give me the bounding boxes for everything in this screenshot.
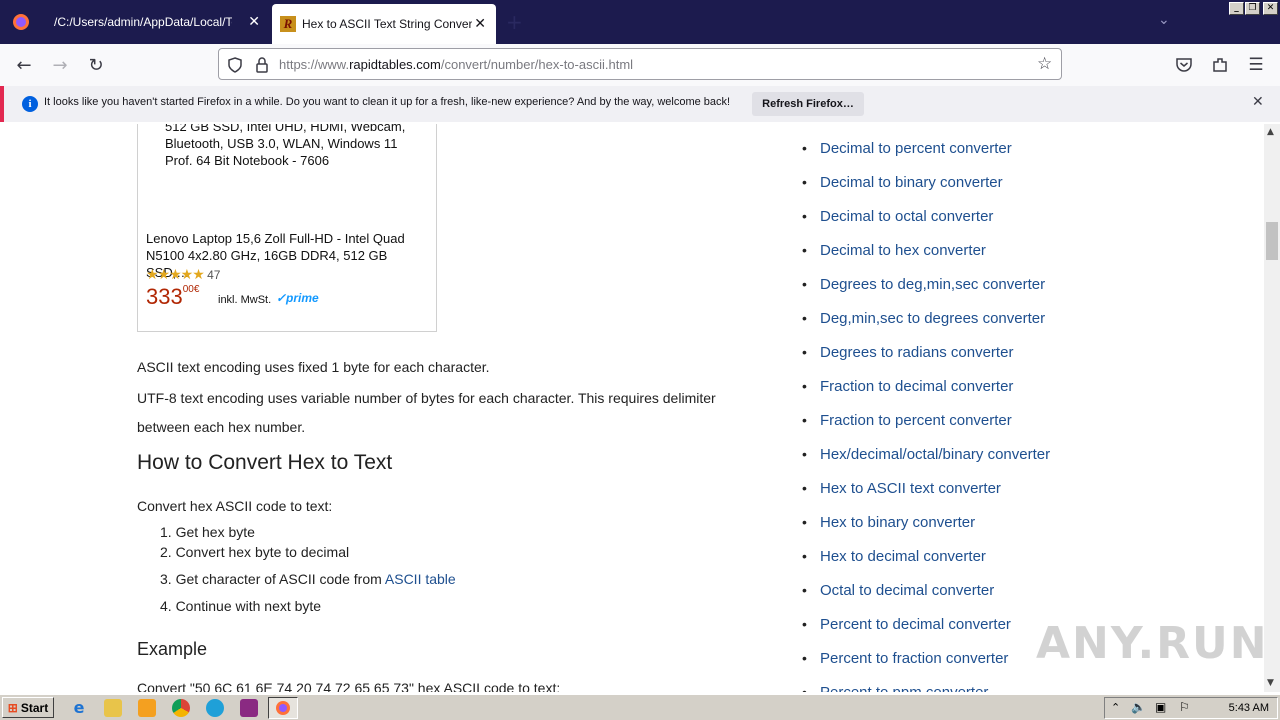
ad-rating: ★★★★★ 47 — [146, 266, 220, 283]
tab-bar: /C:/Users/admin/AppData/Local/Temp/R ✕ R… — [0, 0, 1280, 44]
address-bar[interactable]: https://www.rapidtables.com/convert/numb… — [218, 48, 1062, 80]
price-main: 333 — [146, 284, 183, 309]
close-icon[interactable]: ✕ — [474, 16, 486, 32]
start-label: Start — [20, 700, 49, 715]
list-item: 2. Convert hex byte to decimal — [160, 544, 350, 560]
tray-expand-icon[interactable]: ⌃ — [1111, 701, 1120, 714]
rapidtables-favicon-icon: R — [280, 16, 296, 32]
notification-text: It looks like you haven't started Firefo… — [44, 96, 731, 108]
sidebar-link[interactable]: Decimal to octal converter — [802, 208, 993, 225]
sidebar-link[interactable]: Fraction to decimal converter — [802, 378, 1013, 395]
chevron-down-icon[interactable]: ⌄ — [1158, 12, 1170, 28]
hamburger-menu-icon[interactable]: ☰ — [1245, 54, 1267, 76]
windows-logo-icon: ⊞ — [7, 700, 18, 715]
volume-icon[interactable]: 🔈 — [1131, 700, 1146, 714]
scroll-thumb[interactable] — [1266, 222, 1278, 260]
taskbar-firefox-button[interactable] — [268, 697, 298, 719]
sidebar-link[interactable]: Hex to decimal converter — [802, 548, 986, 565]
start-button[interactable]: ⊞ Start — [2, 697, 54, 718]
list-item-text: 3. Get character of ASCII code from — [160, 571, 385, 587]
sidebar-link[interactable]: Fraction to percent converter — [802, 412, 1012, 429]
media-player-icon[interactable] — [138, 699, 156, 717]
restore-icon[interactable]: ❐ — [1245, 2, 1260, 15]
tab-label: Hex to ASCII Text String Converter — [302, 17, 472, 31]
shield-icon[interactable] — [227, 57, 243, 73]
firefox-icon — [276, 701, 290, 715]
windows-taskbar: ⊞ Start e ⌃ 🔈 ▣ ⚐ 5:43 AM — [0, 694, 1280, 720]
firefox-menu-icon[interactable] — [0, 0, 42, 44]
list-item: 1. Get hex byte — [160, 524, 255, 540]
internet-explorer-icon[interactable]: e — [70, 699, 88, 717]
sidebar-link[interactable]: Hex to ASCII text converter — [802, 480, 1001, 497]
ad-description: 512 GB SSD, Intel UHD, HDMI, Webcam, Blu… — [165, 124, 406, 168]
paragraph-ascii: ASCII text encoding uses fixed 1 byte fo… — [137, 359, 490, 375]
notification-bar: i It looks like you haven't started Fire… — [0, 86, 1280, 122]
paragraph-utf8: UTF-8 text encoding uses variable number… — [137, 390, 716, 435]
sidebar-link[interactable]: Percent to ppm converter — [802, 684, 988, 692]
winrar-icon[interactable] — [240, 699, 258, 717]
network-icon[interactable]: ▣ — [1155, 700, 1166, 714]
system-tray: ⌃ 🔈 ▣ ⚐ 5:43 AM — [1104, 697, 1278, 719]
sidebar-link[interactable]: Decimal to percent converter — [802, 140, 1012, 157]
example-heading: Example — [137, 639, 208, 659]
price-note: inkl. MwSt. — [218, 294, 272, 306]
sidebar-link[interactable]: Percent to fraction converter — [802, 650, 1008, 667]
url-text[interactable]: https://www.rapidtables.com/convert/numb… — [279, 57, 633, 72]
sidebar-link[interactable]: Percent to decimal converter — [802, 616, 1011, 633]
refresh-firefox-button[interactable]: Refresh Firefox… — [752, 92, 864, 116]
extensions-icon[interactable] — [1211, 56, 1229, 74]
tab-hex-to-ascii[interactable]: R Hex to ASCII Text String Converter ✕ — [272, 4, 496, 44]
pocket-icon[interactable] — [1175, 56, 1193, 74]
lock-icon[interactable] — [255, 57, 269, 73]
new-tab-icon[interactable]: + — [506, 10, 523, 34]
anyrun-watermark-logo: ANY.RUN — [1036, 618, 1264, 669]
example-text: Convert "50 6C 61 6E 74 20 74 72 65 65 7… — [137, 680, 561, 692]
navigation-bar: ← → ↻ https://www.rapidtables.com/conver… — [0, 44, 1280, 86]
chrome-icon[interactable] — [172, 699, 190, 717]
close-icon[interactable]: ✕ — [248, 14, 260, 30]
info-icon: i — [22, 96, 38, 112]
url-prefix: https://www. — [279, 57, 350, 72]
page-content: 512 GB SSD, Intel UHD, HDMI, Webcam, Blu… — [0, 124, 1264, 692]
vertical-scrollbar[interactable]: ▲ ▼ — [1264, 124, 1280, 692]
sidebar-link[interactable]: Deg,min,sec to degrees converter — [802, 310, 1045, 327]
prime-badge: ✓prime — [276, 291, 319, 305]
close-window-icon[interactable]: ✕ — [1263, 2, 1278, 15]
flag-icon[interactable]: ⚐ — [1179, 700, 1190, 714]
product-ad[interactable]: 512 GB SSD, Intel UHD, HDMI, Webcam, Blu… — [137, 124, 437, 332]
file-explorer-icon[interactable] — [104, 699, 122, 717]
url-path: /convert/number/hex-to-ascii.html — [440, 57, 634, 72]
bookmark-star-icon[interactable]: ☆ — [1037, 54, 1052, 74]
rating-count: 47 — [207, 268, 221, 282]
sidebar-link[interactable]: Degrees to radians converter — [802, 344, 1013, 361]
list-item: 4. Continue with next byte — [160, 598, 322, 614]
clock: 5:43 AM — [1228, 702, 1269, 714]
tab-label: /C:/Users/admin/AppData/Local/Temp/R — [54, 15, 232, 29]
list-item: 3. Get character of ASCII code from ASCI… — [160, 571, 456, 587]
forward-arrow-icon[interactable]: → — [49, 54, 71, 76]
ascii-table-link[interactable]: ASCII table — [385, 571, 456, 587]
back-arrow-icon[interactable]: ← — [13, 54, 35, 76]
rating-stars-icon: ★★★★★ — [146, 266, 205, 282]
sidebar-link[interactable]: Degrees to deg,min,sec converter — [802, 276, 1045, 293]
sidebar-link[interactable]: Hex to binary converter — [802, 514, 975, 531]
reload-icon[interactable]: ↻ — [85, 54, 107, 76]
scroll-up-icon[interactable]: ▲ — [1267, 127, 1274, 137]
intro-text: Convert hex ASCII code to text: — [137, 498, 333, 514]
scroll-down-icon[interactable]: ▼ — [1267, 678, 1274, 688]
section-heading: How to Convert Hex to Text — [137, 451, 393, 474]
edge-icon[interactable] — [206, 699, 224, 717]
close-icon[interactable]: ✕ — [1252, 94, 1264, 110]
sidebar-link[interactable]: Decimal to binary converter — [802, 174, 1003, 191]
sidebar-link[interactable]: Octal to decimal converter — [802, 582, 994, 599]
url-host: rapidtables.com — [349, 57, 441, 72]
price-cents: 00€ — [182, 284, 200, 295]
sidebar-link[interactable]: Hex/decimal/octal/binary converter — [802, 446, 1050, 463]
minimize-icon[interactable]: _ — [1229, 2, 1244, 15]
sidebar-link[interactable]: Decimal to hex converter — [802, 242, 986, 259]
tab-local-file[interactable]: /C:/Users/admin/AppData/Local/Temp/R ✕ — [44, 0, 270, 44]
ad-price: 33300€ — [146, 284, 199, 310]
